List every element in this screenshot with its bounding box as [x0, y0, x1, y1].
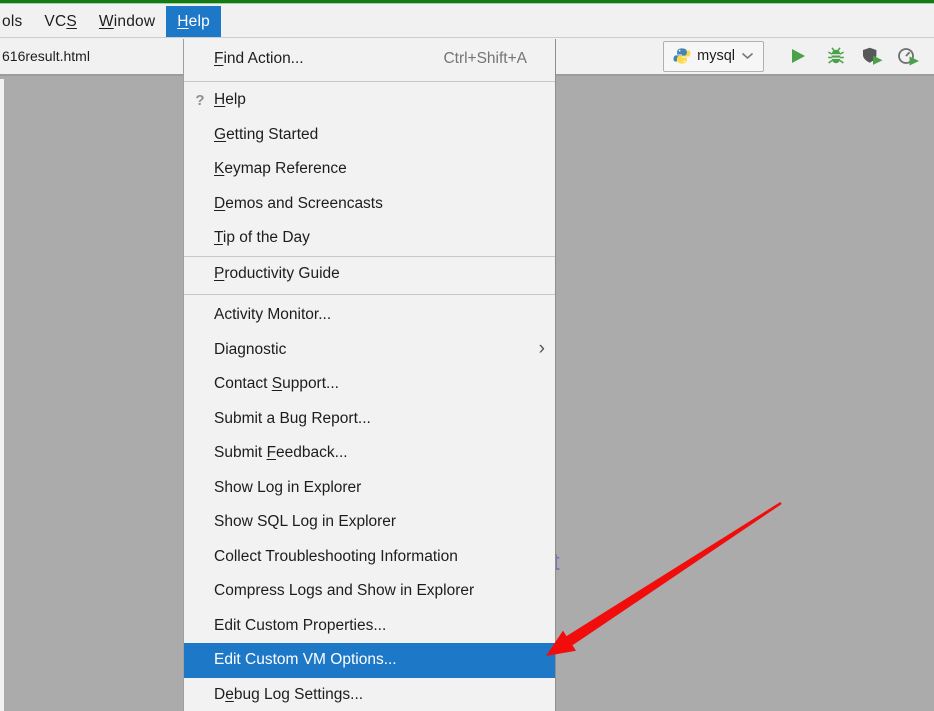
menu-item-compress-logs-and-show-in-explorer[interactable]: Compress Logs and Show in Explorer: [184, 574, 555, 609]
menu-item-label: Diagnostic: [214, 340, 287, 358]
menu-item-show-sql-log-in-explorer[interactable]: Show SQL Log in Explorer: [184, 505, 555, 540]
menu-item-label: Getting Started: [214, 125, 319, 143]
menu-item-debug-log-settings[interactable]: Debug Log Settings...: [184, 678, 555, 711]
run-configuration-select[interactable]: mysql: [663, 40, 764, 72]
menu-item-tip-of-the-day[interactable]: Tip of the Day: [184, 221, 555, 256]
debug-button[interactable]: [826, 46, 846, 66]
menu-item-label: Help: [214, 91, 246, 109]
menu-item-demos-and-screencasts[interactable]: Demos and Screencasts: [184, 187, 555, 222]
menubar-item-help[interactable]: Help: [166, 6, 221, 37]
run-with-coverage-button[interactable]: [861, 46, 884, 66]
editor-left-gutter: [0, 79, 4, 711]
menu-item-productivity-guide[interactable]: Productivity Guide: [184, 257, 555, 292]
menu-item-label: Activity Monitor...: [214, 306, 332, 324]
editor-tab-label[interactable]: 616result.html: [0, 48, 90, 64]
menu-item-label: Show SQL Log in Explorer: [214, 513, 397, 531]
menu-item-label: Find Action...: [214, 50, 304, 67]
menu-item-label: Submit a Bug Report...: [214, 409, 371, 427]
menu-item-label: Compress Logs and Show in Explorer: [214, 582, 475, 600]
menu-item-edit-custom-vm-options[interactable]: Edit Custom VM Options...: [184, 643, 555, 678]
play-icon: [788, 46, 808, 66]
menu-item-label: Edit Custom Properties...: [214, 616, 387, 634]
question-icon: ?: [195, 91, 205, 109]
menu-item-label: Debug Log Settings...: [214, 685, 364, 703]
menu-item-shortcut: Ctrl+Shift+A: [443, 50, 527, 67]
menu-item-diagnostic[interactable]: Diagnostic ›: [184, 333, 555, 368]
menu-item-label: Submit Feedback...: [214, 444, 348, 462]
menubar-item-ols[interactable]: ols: [0, 6, 33, 37]
profile-button[interactable]: [897, 46, 920, 66]
menu-separator: [184, 80, 555, 82]
menu-item-activity-monitor[interactable]: Activity Monitor...: [184, 298, 555, 333]
menu-item-find-action[interactable]: Find Action... Ctrl+Shift+A: [184, 39, 555, 79]
menubar-item-window[interactable]: Window: [88, 6, 166, 37]
menu-separator: [184, 294, 555, 295]
menu-item-submit-feedback[interactable]: Submit Feedback...: [184, 436, 555, 471]
run-configuration-label: mysql: [697, 48, 735, 64]
menu-item-label: Collect Troubleshooting Information: [214, 547, 458, 565]
help-menu-popup: Find Action... Ctrl+Shift+A? Help Getting S…: [183, 39, 556, 711]
menubar: ols VC S Window Help: [0, 4, 934, 38]
menu-item-keymap-reference[interactable]: Keymap Reference: [184, 152, 555, 187]
menu-item-show-log-in-explorer[interactable]: Show Log in Explorer: [184, 471, 555, 506]
run-button[interactable]: [788, 46, 808, 66]
menu-item-label: Demos and Screencasts: [214, 194, 383, 212]
annotation-arrow-shape: [546, 502, 782, 656]
menu-item-edit-custom-properties[interactable]: Edit Custom Properties...: [184, 609, 555, 644]
submenu-arrow-icon: ›: [538, 337, 545, 359]
menu-item-label: Keymap Reference: [214, 160, 347, 178]
menu-item-collect-troubleshooting-information[interactable]: Collect Troubleshooting Information: [184, 540, 555, 575]
menu-item-help[interactable]: ? Help: [184, 83, 555, 118]
stopwatch-play-icon: [897, 46, 920, 66]
menu-item-label: Edit Custom VM Options...: [214, 651, 397, 669]
bug-icon: [826, 46, 846, 66]
menu-item-label: Contact Support...: [214, 375, 339, 393]
python-icon: [673, 47, 691, 65]
shield-play-icon: [861, 46, 884, 66]
menu-item-getting-started[interactable]: Getting Started: [184, 118, 555, 153]
menu-item-contact-support[interactable]: Contact Support...: [184, 367, 555, 402]
chevron-down-icon: [741, 52, 754, 60]
menubar-item-vcs[interactable]: VC S: [33, 6, 87, 37]
menu-item-label: Productivity Guide: [214, 264, 340, 282]
menu-item-submit-a-bug-report[interactable]: Submit a Bug Report...: [184, 402, 555, 437]
menu-item-label: Tip of the Day: [214, 229, 310, 247]
menu-item-label: Show Log in Explorer: [214, 478, 362, 496]
